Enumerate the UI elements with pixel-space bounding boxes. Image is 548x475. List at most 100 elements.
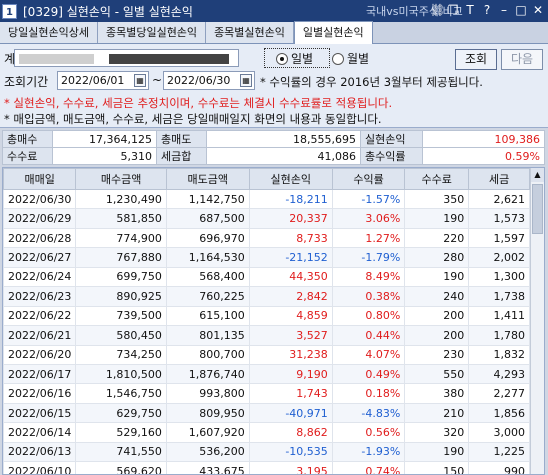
grid-body: 2022/06/30 1,230,490 1,142,750 -18,211 -1.57… (3, 188, 530, 474)
cell-trade-date: 2022/06/27 (3, 247, 77, 268)
cell-trade-date: 2022/06/20 (3, 344, 77, 365)
cell-fee: 150 (404, 461, 470, 474)
realized-pnl-label: 실현손익 (360, 130, 423, 148)
table-row[interactable]: 2022/06/14 529,160 1,607,920 8,862 0.56% 320 3… (3, 422, 530, 443)
cell-return-rate: -1.79% (331, 247, 406, 268)
cell-buy-amount: 767,880 (75, 247, 167, 268)
radio-daily[interactable]: 일별 (276, 50, 313, 67)
tab-stock-today[interactable]: 종목별당일실현손익 (97, 22, 207, 43)
radio-monthly-dot[interactable] (332, 52, 344, 65)
help-icon[interactable]: ? (481, 3, 493, 18)
cell-tax: 1,597 (468, 227, 530, 249)
cell-realized-pnl: 3,195 (248, 461, 333, 474)
tab-daily-pnl[interactable]: 일별실현손익 (293, 21, 373, 44)
cell-tax: 4,293 (468, 363, 530, 385)
tax-total-value: 41,086 (206, 147, 361, 165)
tab-today-detail[interactable]: 당일실현손익상세 (0, 22, 98, 43)
table-row[interactable]: 2022/06/24 699,750 568,400 44,350 8.49% 190 1,… (3, 266, 530, 288)
cell-sell-amount: 615,100 (165, 305, 250, 327)
cell-buy-amount: 1,230,490 (75, 188, 167, 210)
next-button[interactable]: 다음 (501, 49, 543, 70)
cell-return-rate: 0.18% (331, 383, 406, 404)
cell-fee: 380 (404, 383, 470, 404)
link-icon[interactable]: ⛓ (430, 3, 445, 18)
account-number-mask (19, 54, 94, 64)
cell-trade-date: 2022/06/29 (3, 208, 77, 229)
total-sell-label: 총매도 (156, 130, 207, 148)
tab-stock-pnl[interactable]: 종목별실현손익 (206, 22, 294, 43)
cell-realized-pnl: 9,190 (248, 363, 333, 385)
cell-tax: 1,300 (468, 266, 530, 288)
col-realized-pnl[interactable]: 실현손익 (248, 168, 333, 190)
table-row[interactable]: 2022/06/15 629,750 809,950 -40,971 -4.83% 210… (3, 402, 530, 424)
cell-buy-amount: 741,550 (75, 441, 167, 463)
col-buy-amount[interactable]: 매수금액 (75, 168, 167, 190)
account-input[interactable] (14, 49, 239, 67)
radio-monthly[interactable]: 월별 (332, 50, 369, 67)
cell-sell-amount: 568,400 (165, 266, 250, 288)
radio-daily-dot[interactable] (276, 52, 288, 65)
cell-buy-amount: 529,160 (75, 422, 167, 443)
cell-sell-amount: 687,500 (165, 208, 250, 229)
cell-tax: 2,277 (468, 383, 530, 404)
daily-table: 매매일 매수금액 매도금액 실현손익 수익률 수수료 세금 2022/06/30… (3, 168, 530, 474)
table-row[interactable]: 2022/06/22 739,500 615,100 4,859 0.80% 200 1,4… (3, 305, 530, 327)
col-fee[interactable]: 수수료 (404, 168, 470, 190)
maximize-icon[interactable]: □ (515, 3, 527, 18)
table-row[interactable]: 2022/06/29 581,850 687,500 20,337 3.06% 190 1,… (3, 208, 530, 229)
table-row[interactable]: 2022/06/16 1,546,750 993,800 1,743 0.18% 380 2… (3, 383, 530, 404)
cell-sell-amount: 1,164,530 (165, 247, 250, 268)
table-row[interactable]: 2022/06/17 1,810,500 1,876,740 9,190 0.49% 55… (3, 363, 530, 385)
cell-fee: 190 (404, 266, 470, 288)
tab-bar: 당일실현손익상세 종목별당일실현손익 종목별실현손익 일별실현손익 (0, 21, 548, 44)
date-from-input[interactable]: 2022/06/01 ▦ (57, 71, 149, 90)
fee-label: 수수료 (2, 147, 53, 165)
cell-tax: 1,411 (468, 305, 530, 327)
cell-return-rate: 0.49% (331, 363, 406, 385)
window-title: [0329] 실현손익 - 일별 실현손익 (23, 4, 193, 19)
cell-fee: 190 (404, 208, 470, 229)
calendar-icon[interactable]: ▦ (134, 74, 146, 87)
col-sell-amount[interactable]: 매도금액 (165, 168, 250, 190)
cell-buy-amount: 1,546,750 (75, 383, 167, 404)
calendar-icon[interactable]: ▦ (240, 74, 252, 87)
cell-fee: 320 (404, 422, 470, 443)
date-to-input[interactable]: 2022/06/30 ▦ (163, 71, 255, 90)
cell-tax: 3,000 (468, 422, 530, 443)
close-icon[interactable]: ✕ (532, 3, 544, 18)
table-row[interactable]: 2022/06/10 569,620 433,675 3,195 0.74% 150 990 (3, 461, 530, 474)
table-row[interactable]: 2022/06/20 734,250 800,700 31,238 4.07% 230 1,… (3, 344, 530, 365)
scroll-up-icon[interactable]: ▲ (531, 168, 544, 182)
col-trade-date[interactable]: 매매일 (3, 168, 77, 190)
cell-buy-amount: 1,810,500 (75, 363, 167, 385)
estimate-note: * 실현손익, 수수료, 세금은 추정치이며, 수수료는 체결시 수수료률로 적… (4, 96, 393, 110)
summary-table: 총매수 17,364,125 총매도 18,555,695 실현손익 109,3… (2, 130, 545, 165)
cell-realized-pnl: -10,535 (248, 441, 333, 463)
minimize-icon[interactable]: – (498, 3, 510, 18)
table-row[interactable]: 2022/06/13 741,550 536,200 -10,535 -1.93% 190… (3, 441, 530, 463)
cell-realized-pnl: 1,743 (248, 383, 333, 404)
cell-sell-amount: 696,970 (165, 227, 250, 249)
cell-trade-date: 2022/06/28 (3, 227, 77, 249)
query-button[interactable]: 조회 (455, 49, 497, 70)
total-buy-value: 17,364,125 (52, 130, 157, 148)
table-row[interactable]: 2022/06/21 580,450 801,135 3,527 0.44% 200 1,7… (3, 325, 530, 346)
cell-return-rate: 4.07% (331, 344, 406, 365)
copy-icon[interactable]: ❐ (447, 3, 459, 18)
table-row[interactable]: 2022/06/30 1,230,490 1,142,750 -18,211 -1.57… (3, 188, 530, 210)
cell-trade-date: 2022/06/22 (3, 305, 77, 327)
cell-buy-amount: 734,250 (75, 344, 167, 365)
vertical-scrollbar[interactable]: ▲ (530, 168, 544, 474)
cell-return-rate: -4.83% (331, 402, 406, 424)
col-return-rate[interactable]: 수익률 (331, 168, 406, 190)
cell-trade-date: 2022/06/14 (3, 422, 77, 443)
table-row[interactable]: 2022/06/28 774,900 696,970 8,733 1.27% 220 1,5… (3, 227, 530, 249)
cell-buy-amount: 699,750 (75, 266, 167, 288)
query-period-label: 조회기간 (4, 75, 49, 89)
col-tax[interactable]: 세금 (468, 168, 530, 190)
font-size-icon[interactable]: T (464, 3, 476, 18)
table-row[interactable]: 2022/06/27 767,880 1,164,530 -21,152 -1.79% 2… (3, 247, 530, 268)
scroll-thumb[interactable] (532, 184, 543, 234)
cell-tax: 1,225 (468, 441, 530, 463)
table-row[interactable]: 2022/06/23 890,925 760,225 2,842 0.38% 240 1,7… (3, 286, 530, 307)
